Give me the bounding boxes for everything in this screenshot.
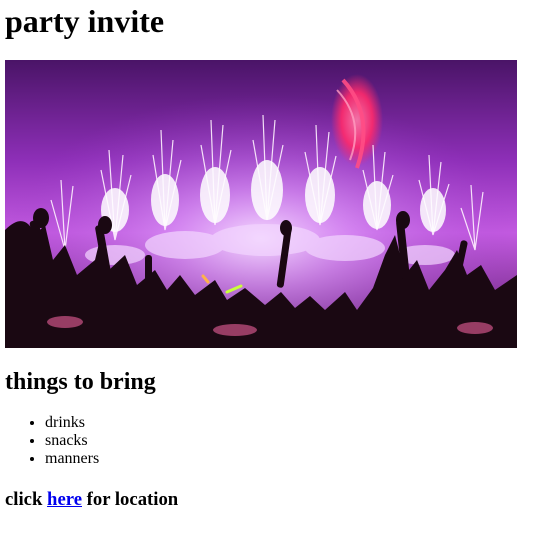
list-item: drinks: [45, 414, 99, 432]
list-item: manners: [45, 450, 99, 468]
location-prefix: click: [5, 489, 43, 510]
concert-photo-graphic: [5, 60, 517, 348]
location-link[interactable]: here: [47, 489, 82, 510]
page-title: party invite: [5, 3, 165, 39]
list-item: snacks: [45, 432, 99, 450]
concert-photo: [5, 60, 517, 348]
location-suffix: for location: [86, 489, 179, 510]
things-to-bring-list: drinks snacks manners: [5, 414, 99, 468]
things-to-bring-heading: things to bring: [5, 369, 156, 395]
location-line: click here for location: [5, 489, 178, 511]
